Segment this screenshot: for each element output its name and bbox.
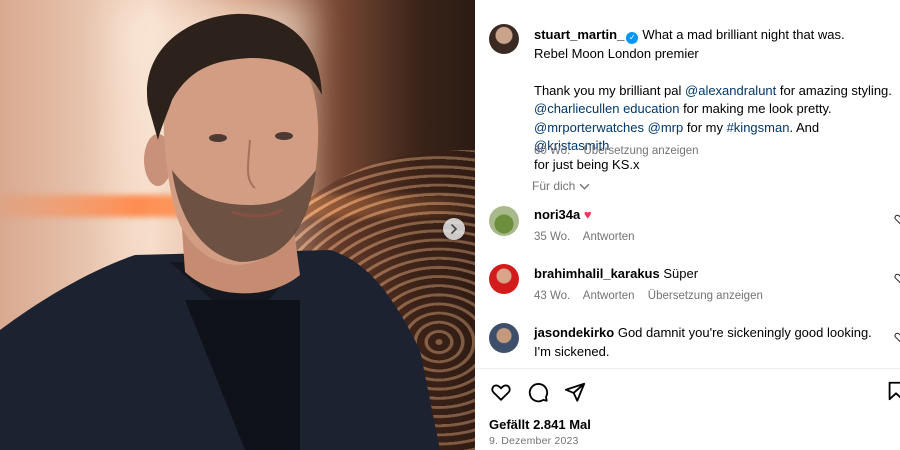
- caption-time[interactable]: 60 Wo.: [534, 145, 570, 157]
- caption-text: for just being KS.x: [534, 156, 640, 172]
- hashtag-link[interactable]: #kingsman: [727, 120, 790, 135]
- for-you-toggle[interactable]: Für dich: [532, 179, 590, 193]
- reply-button[interactable]: Antworten: [583, 290, 635, 302]
- mention-link[interactable]: @charliecullen education: [534, 101, 679, 116]
- caption-meta: 60 Wo. Übersetzung anzeigen: [534, 145, 709, 157]
- comment-icon: [528, 383, 549, 403]
- save-button[interactable]: [885, 380, 900, 404]
- heart-emoji-icon: ♥: [583, 207, 592, 222]
- translate-button[interactable]: Übersetzung anzeigen: [583, 145, 698, 157]
- reply-button[interactable]: Antworten: [583, 231, 635, 243]
- next-image-button[interactable]: [443, 218, 465, 240]
- chevron-down-icon: [579, 183, 590, 190]
- caption-text: for my: [683, 119, 727, 135]
- comment-username[interactable]: jasondekirko: [534, 325, 614, 340]
- caption-line1: What a mad brilliant night that was.: [642, 27, 845, 42]
- action-bar: [489, 380, 587, 404]
- verified-badge-icon: ✓: [626, 32, 639, 44]
- comment-meta: 43 Wo. Antworten Übersetzung anzeigen: [534, 290, 773, 302]
- comment-text: Süper: [663, 266, 699, 281]
- share-icon: [564, 382, 586, 402]
- comment-like-icon[interactable]: [894, 272, 900, 284]
- share-button[interactable]: [563, 380, 587, 404]
- heart-icon: [491, 384, 511, 401]
- comment-like-icon[interactable]: [894, 213, 900, 225]
- mention-link[interactable]: @alexandralunt: [685, 83, 776, 98]
- mention-link[interactable]: @mrporterwatches: [534, 120, 644, 135]
- like-count[interactable]: Gefällt 2.841 Mal: [489, 417, 591, 432]
- author-username[interactable]: stuart_martin_: [534, 27, 624, 42]
- mention-link[interactable]: @mrp: [648, 120, 684, 135]
- commenter-avatar[interactable]: [489, 206, 519, 236]
- comment: jasondekirko God damnit you're sickening…: [534, 324, 884, 361]
- comment-like-icon[interactable]: [894, 331, 900, 343]
- post-side-panel: stuart_martin_ ✓ What a mad brilliant nigh…: [475, 0, 900, 450]
- chevron-right-icon: [451, 224, 458, 234]
- comment: nori34a ♥: [534, 206, 884, 225]
- bookmark-icon: [888, 381, 900, 401]
- author-avatar[interactable]: [489, 24, 519, 54]
- caption-text: for amazing styling.: [776, 82, 892, 98]
- post-image[interactable]: [0, 0, 475, 450]
- section-divider: [475, 368, 900, 369]
- comment-button[interactable]: [526, 380, 550, 404]
- person-photo: [0, 13, 440, 450]
- for-you-label: Für dich: [532, 179, 576, 193]
- comment-meta: 35 Wo. Antworten: [534, 231, 645, 243]
- caption-text: for making me look pretty.: [679, 101, 832, 116]
- comment-time[interactable]: 43 Wo.: [534, 290, 570, 302]
- comment: brahimhalil_karakus Süper: [534, 265, 884, 284]
- comment-username[interactable]: brahimhalil_karakus: [534, 266, 660, 281]
- caption-text: Thank you my brilliant pal: [534, 82, 686, 98]
- translate-button[interactable]: Übersetzung anzeigen: [648, 290, 763, 302]
- comments-scroll-area[interactable]: stuart_martin_ ✓ What a mad brilliant nigh…: [475, 0, 900, 368]
- commenter-avatar[interactable]: [489, 264, 519, 294]
- commenter-avatar[interactable]: [489, 323, 519, 353]
- comment-time[interactable]: 35 Wo.: [534, 231, 570, 243]
- post-date[interactable]: 9. Dezember 2023: [489, 435, 579, 447]
- like-button[interactable]: [489, 380, 513, 404]
- caption-line2: Rebel Moon London premier: [534, 45, 699, 61]
- caption-text: . And: [789, 119, 820, 135]
- comment-username[interactable]: nori34a: [534, 207, 580, 222]
